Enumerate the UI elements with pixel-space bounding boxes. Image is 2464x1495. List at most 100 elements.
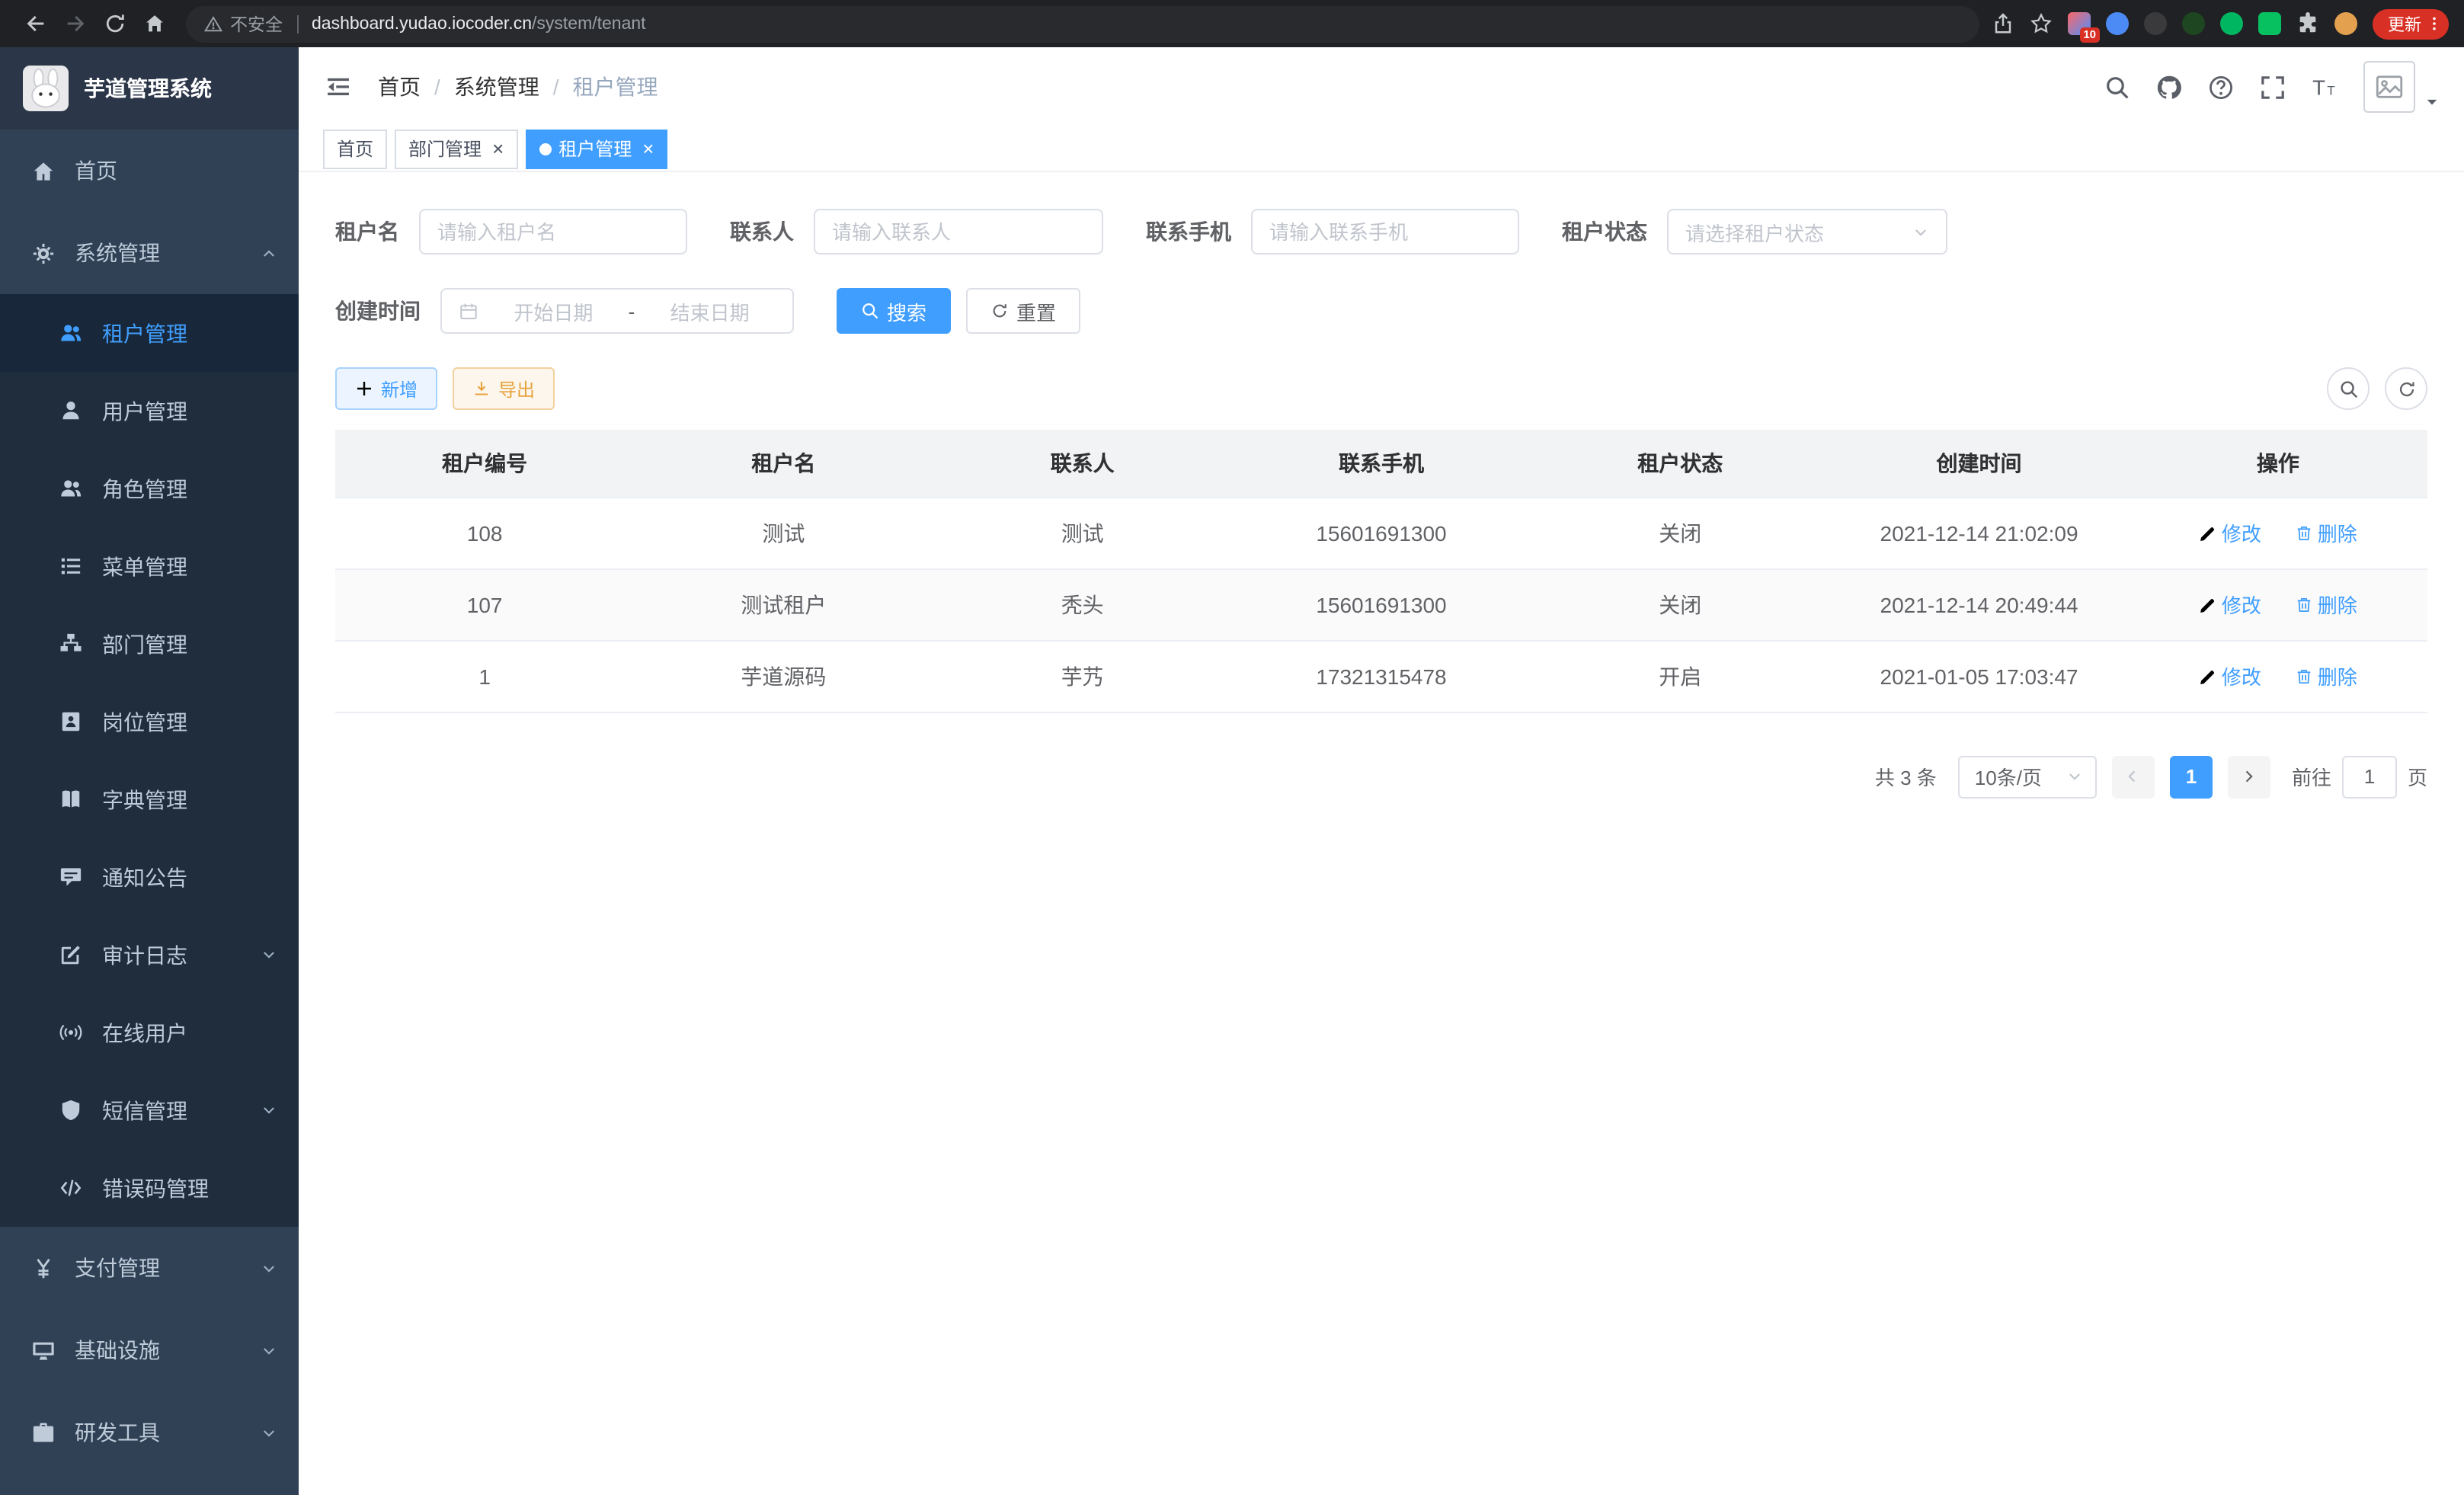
- add-button[interactable]: 新增: [335, 367, 437, 410]
- edit-link[interactable]: 修改: [2199, 518, 2261, 547]
- sidebar-item-department[interactable]: 部门管理: [0, 605, 299, 683]
- close-icon[interactable]: ×: [492, 139, 504, 158]
- chevron-down-icon: [261, 1424, 277, 1441]
- system-submenu: 租户管理 用户管理 角色管理 菜单管理 部门管理: [0, 294, 299, 1227]
- cell-phone: 15601691300: [1232, 568, 1531, 640]
- sidebar-item-role[interactable]: 角色管理: [0, 450, 299, 527]
- tenant-name-input[interactable]: [437, 220, 669, 243]
- user-avatar-menu[interactable]: [2363, 61, 2440, 113]
- column-header: 租户名: [634, 430, 933, 497]
- next-page-button[interactable]: [2228, 755, 2270, 798]
- cell-contact: 芋艿: [933, 640, 1232, 712]
- extension-icon-1[interactable]: 10: [2068, 12, 2091, 35]
- sidebar-item-label: 基础设施: [75, 1335, 160, 1365]
- fullscreen-icon[interactable]: [2260, 74, 2286, 100]
- error-code-icon: [58, 1176, 82, 1200]
- browser-toolbar: 不安全 dashboard.yudao.iocoder.cn/system/te…: [0, 0, 2464, 47]
- sidebar-item-label: 在线用户: [102, 1017, 187, 1048]
- sidebar-item-notice[interactable]: 通知公告: [0, 838, 299, 916]
- extension-icon-6[interactable]: [2258, 12, 2281, 35]
- chevron-down-icon: [261, 1260, 277, 1276]
- sidebar-item-tenant[interactable]: 租户管理: [0, 294, 299, 372]
- sidebar-item-home[interactable]: 首页: [0, 130, 299, 212]
- github-icon[interactable]: [2156, 74, 2182, 100]
- sidebar-item-label: 短信管理: [102, 1095, 187, 1125]
- address-bar[interactable]: 不安全 dashboard.yudao.iocoder.cn/system/te…: [186, 5, 1979, 42]
- extension-icon-4[interactable]: [2182, 12, 2205, 35]
- column-header: 租户状态: [1531, 430, 1829, 497]
- header-search-icon[interactable]: [2104, 74, 2130, 100]
- app-header: 首页 / 系统管理 / 租户管理: [299, 47, 2464, 126]
- search-button[interactable]: 搜索: [837, 288, 951, 334]
- sidebar-item-error-code[interactable]: 错误码管理: [0, 1149, 299, 1227]
- delete-link[interactable]: 删除: [2295, 518, 2357, 547]
- extension-icon-5[interactable]: [2220, 12, 2243, 35]
- goto-label: 前往: [2292, 762, 2331, 791]
- sidebar-item-payment[interactable]: 支付管理: [0, 1227, 299, 1309]
- sidebar-item-infrastructure[interactable]: 基础设施: [0, 1309, 299, 1391]
- goto-page-input[interactable]: [2342, 755, 2397, 798]
- export-button[interactable]: 导出: [453, 367, 555, 410]
- refresh-table-button[interactable]: [2385, 367, 2427, 410]
- bookmark-star-icon[interactable]: [2030, 12, 2053, 35]
- extensions-puzzle-icon[interactable]: [2296, 12, 2319, 35]
- prev-page-button[interactable]: [2112, 755, 2155, 798]
- sidebar-toggle-icon[interactable]: [323, 72, 354, 102]
- sidebar-item-online-users[interactable]: 在线用户: [0, 994, 299, 1071]
- devtools-box-icon: [30, 1420, 55, 1445]
- breadcrumb-separator: /: [434, 75, 440, 99]
- delete-link[interactable]: 删除: [2295, 661, 2357, 690]
- page-number-button[interactable]: 1: [2170, 755, 2213, 798]
- sidebar-item-menu[interactable]: 菜单管理: [0, 527, 299, 605]
- tab-tenant[interactable]: 租户管理 ×: [525, 129, 667, 168]
- sidebar-item-sms[interactable]: 短信管理: [0, 1071, 299, 1149]
- edit-link[interactable]: 修改: [2199, 661, 2261, 690]
- tenant-status-select[interactable]: 请选择租户状态: [1667, 209, 1947, 255]
- browser-forward-button[interactable]: [55, 4, 94, 43]
- help-question-icon[interactable]: [2208, 74, 2234, 100]
- sidebar-item-user[interactable]: 用户管理: [0, 372, 299, 450]
- cell-phone: 15601691300: [1232, 497, 1531, 568]
- browser-reload-button[interactable]: [94, 4, 134, 43]
- browser-update-button[interactable]: 更新: [2373, 8, 2449, 39]
- tab-department[interactable]: 部门管理 ×: [395, 129, 517, 168]
- table-row: 1 芋道源码 芋艿 17321315478 开启 2021-01-05 17:0…: [335, 640, 2427, 712]
- sidebar-item-label: 支付管理: [75, 1253, 160, 1283]
- create-time-range-picker[interactable]: 开始日期 - 结束日期: [440, 288, 794, 334]
- browser-profile-avatar[interactable]: [2334, 12, 2357, 35]
- app-title: 芋道管理系统: [84, 73, 212, 104]
- status-label: 租户状态: [1562, 216, 1647, 247]
- close-icon[interactable]: ×: [642, 139, 654, 158]
- phone-input[interactable]: [1269, 220, 1501, 243]
- range-separator: -: [626, 299, 638, 322]
- breadcrumb-home[interactable]: 首页: [378, 72, 421, 102]
- security-indicator[interactable]: 不安全: [204, 11, 283, 36]
- sidebar-item-label: 部门管理: [102, 629, 187, 659]
- edit-link[interactable]: 修改: [2199, 590, 2261, 619]
- browser-home-button[interactable]: [134, 4, 174, 43]
- delete-link[interactable]: 删除: [2295, 590, 2357, 619]
- share-icon[interactable]: [1992, 12, 2014, 35]
- app-logo[interactable]: 芋道管理系统: [0, 47, 299, 130]
- breadcrumb-system[interactable]: 系统管理: [454, 72, 539, 102]
- sidebar-item-system[interactable]: 系统管理: [0, 212, 299, 294]
- caret-down-icon: [2424, 94, 2440, 113]
- sidebar-item-dictionary[interactable]: 字典管理: [0, 760, 299, 838]
- sidebar-item-devtools[interactable]: 研发工具: [0, 1391, 299, 1474]
- toggle-search-button[interactable]: [2327, 367, 2370, 410]
- url-text: dashboard.yudao.iocoder.cn/system/tenant: [312, 14, 646, 33]
- page-size-select[interactable]: 10条/页: [1958, 755, 2097, 798]
- reset-button[interactable]: 重置: [966, 288, 1080, 334]
- font-size-icon[interactable]: [2312, 74, 2338, 100]
- breadcrumb: 首页 / 系统管理 / 租户管理: [378, 72, 658, 102]
- extension-icon-2[interactable]: [2106, 12, 2129, 35]
- cell-phone: 17321315478: [1232, 640, 1531, 712]
- tab-home[interactable]: 首页: [323, 129, 387, 168]
- extension-icon-3[interactable]: [2144, 12, 2167, 35]
- contact-label: 联系人: [730, 216, 794, 247]
- contact-field: [814, 209, 1103, 255]
- browser-back-button[interactable]: [15, 4, 55, 43]
- contact-input[interactable]: [832, 220, 1085, 243]
- sidebar-item-audit-log[interactable]: 审计日志: [0, 916, 299, 994]
- sidebar-item-post[interactable]: 岗位管理: [0, 683, 299, 760]
